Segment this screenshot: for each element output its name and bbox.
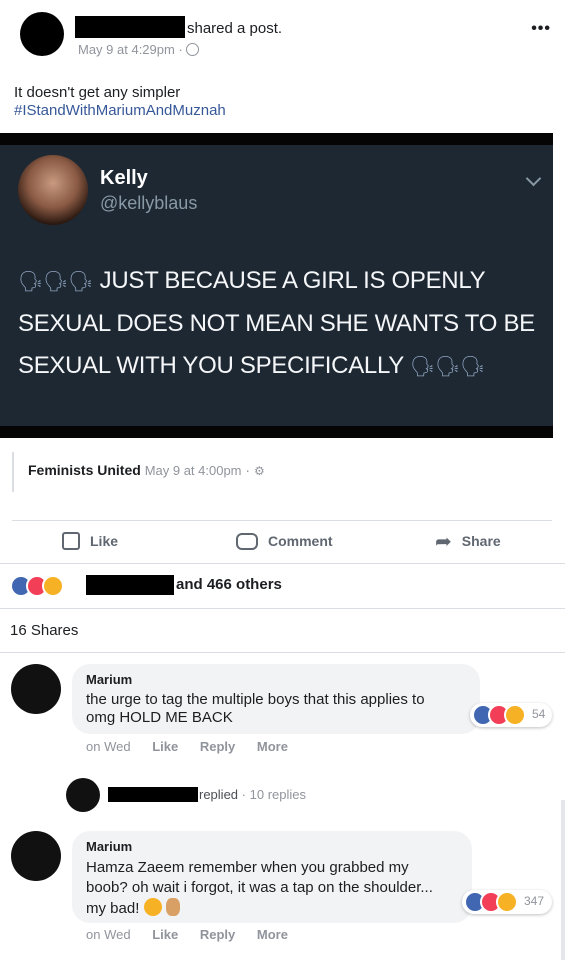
tweet-avatar xyxy=(18,155,88,225)
comment-author[interactable]: Marium xyxy=(86,672,132,687)
comment-author[interactable]: Marium xyxy=(86,839,132,854)
replied-label: replied xyxy=(199,787,239,802)
redacted-poster-name xyxy=(75,16,185,38)
comment-reaction-count: 54 xyxy=(532,707,546,721)
tweet-text: 🗣🗣🗣 JUST BECAUSE A GIRL IS OPENLY SEXUAL… xyxy=(18,267,535,379)
redacted-reactor-name xyxy=(86,575,174,595)
separator: · xyxy=(241,787,246,802)
comment-action[interactable]: Comment xyxy=(236,527,333,555)
comment-meta: on Wed Like Reply More xyxy=(86,739,288,754)
comment-button-label: Comment xyxy=(268,533,333,549)
comment-time[interactable]: on Wed xyxy=(86,927,131,942)
source-divider xyxy=(12,452,14,492)
reactions-divider xyxy=(0,563,565,564)
replies-summary[interactable]: replied · 10 replies xyxy=(199,787,306,802)
haha-reaction-icon xyxy=(504,704,526,726)
chevron-down-icon[interactable] xyxy=(525,170,542,187)
speaking-head-emoji-icon: 🗣🗣🗣 xyxy=(18,271,94,293)
share-arrow-icon: ➦ xyxy=(435,530,452,553)
source-row: Feminists United May 9 at 4:00pm · ⚙ xyxy=(28,462,265,478)
separator: · xyxy=(178,42,183,57)
sad-reaction-icon xyxy=(42,575,64,597)
post-timestamp-row: May 9 at 4:29pm · xyxy=(78,42,200,57)
shares-divider xyxy=(0,608,565,609)
laughing-emoji-icon xyxy=(143,898,162,916)
comment-reaction-count: 347 xyxy=(524,894,545,908)
comment-reactions-pill[interactable]: 54 xyxy=(470,703,552,727)
reaction-icons[interactable] xyxy=(10,575,80,597)
post-caption: It doesn't get any simpler xyxy=(14,84,181,101)
commenter-avatar[interactable] xyxy=(11,831,61,881)
tweet-screenshot[interactable]: Kelly @kellyblaus 🗣🗣🗣 JUST BECAUSE A GIR… xyxy=(0,133,553,438)
comment-meta: on Wed Like Reply More xyxy=(86,927,288,942)
redacted-replier-name xyxy=(108,787,198,802)
like-action[interactable]: Like xyxy=(62,527,118,555)
commenter-avatar[interactable] xyxy=(11,664,61,714)
comment-bubble-icon xyxy=(236,532,258,550)
share-action[interactable]: ➦ Share xyxy=(435,527,501,555)
speaking-head-emoji-icon: 🗣🗣🗣 xyxy=(409,356,486,378)
comment-time[interactable]: on Wed xyxy=(86,739,131,754)
comment-like-button[interactable]: Like xyxy=(152,739,178,754)
share-button-label: Share xyxy=(461,533,501,549)
source-date[interactable]: May 9 at 4:00pm xyxy=(145,463,242,478)
comment-text: the urge to tag the multiple boys that t… xyxy=(86,691,425,726)
share-count[interactable]: 16 Shares xyxy=(10,622,78,639)
tweet-author-name: Kelly xyxy=(100,167,148,189)
comment-more-button[interactable]: More xyxy=(257,927,288,942)
replier-avatar[interactable] xyxy=(66,778,100,812)
settings-icon: ⚙ xyxy=(253,464,265,478)
scrollbar[interactable] xyxy=(561,800,565,960)
ok-hand-emoji-icon xyxy=(165,898,180,916)
post-date[interactable]: May 9 at 4:29pm xyxy=(78,42,175,57)
comment-text: Hamza Zaeem remember when you grabbed my… xyxy=(86,859,433,917)
comment-like-button[interactable]: Like xyxy=(152,927,178,942)
wow-reaction-icon xyxy=(496,891,518,913)
reaction-count[interactable]: and 466 others xyxy=(176,576,282,593)
comment-more-button[interactable]: More xyxy=(257,739,288,754)
tweet-handle: @kellyblaus xyxy=(100,193,198,213)
more-options-icon[interactable]: ••• xyxy=(531,20,551,38)
hashtag-link[interactable]: #IStandWithMariumAndMuznah xyxy=(14,102,226,119)
actions-divider xyxy=(12,520,552,521)
like-button-label: Like xyxy=(90,533,119,549)
poster-avatar[interactable] xyxy=(20,12,64,56)
comment-reply-button[interactable]: Reply xyxy=(200,927,235,942)
thumbs-up-icon xyxy=(62,532,80,550)
comment-bubble: Marium Hamza Zaeem remember when you gra… xyxy=(72,831,472,923)
separator: · xyxy=(245,462,251,478)
replies-count: 10 replies xyxy=(249,787,306,802)
shared-label: shared a post. xyxy=(187,20,283,37)
comment-reply-button[interactable]: Reply xyxy=(200,739,235,754)
comments-divider xyxy=(0,652,565,653)
globe-icon xyxy=(186,43,200,56)
comment-reactions-pill[interactable]: 347 xyxy=(462,890,552,914)
source-page-name[interactable]: Feminists United xyxy=(28,462,141,478)
comment-bubble: Marium the urge to tag the multiple boys… xyxy=(72,664,480,734)
